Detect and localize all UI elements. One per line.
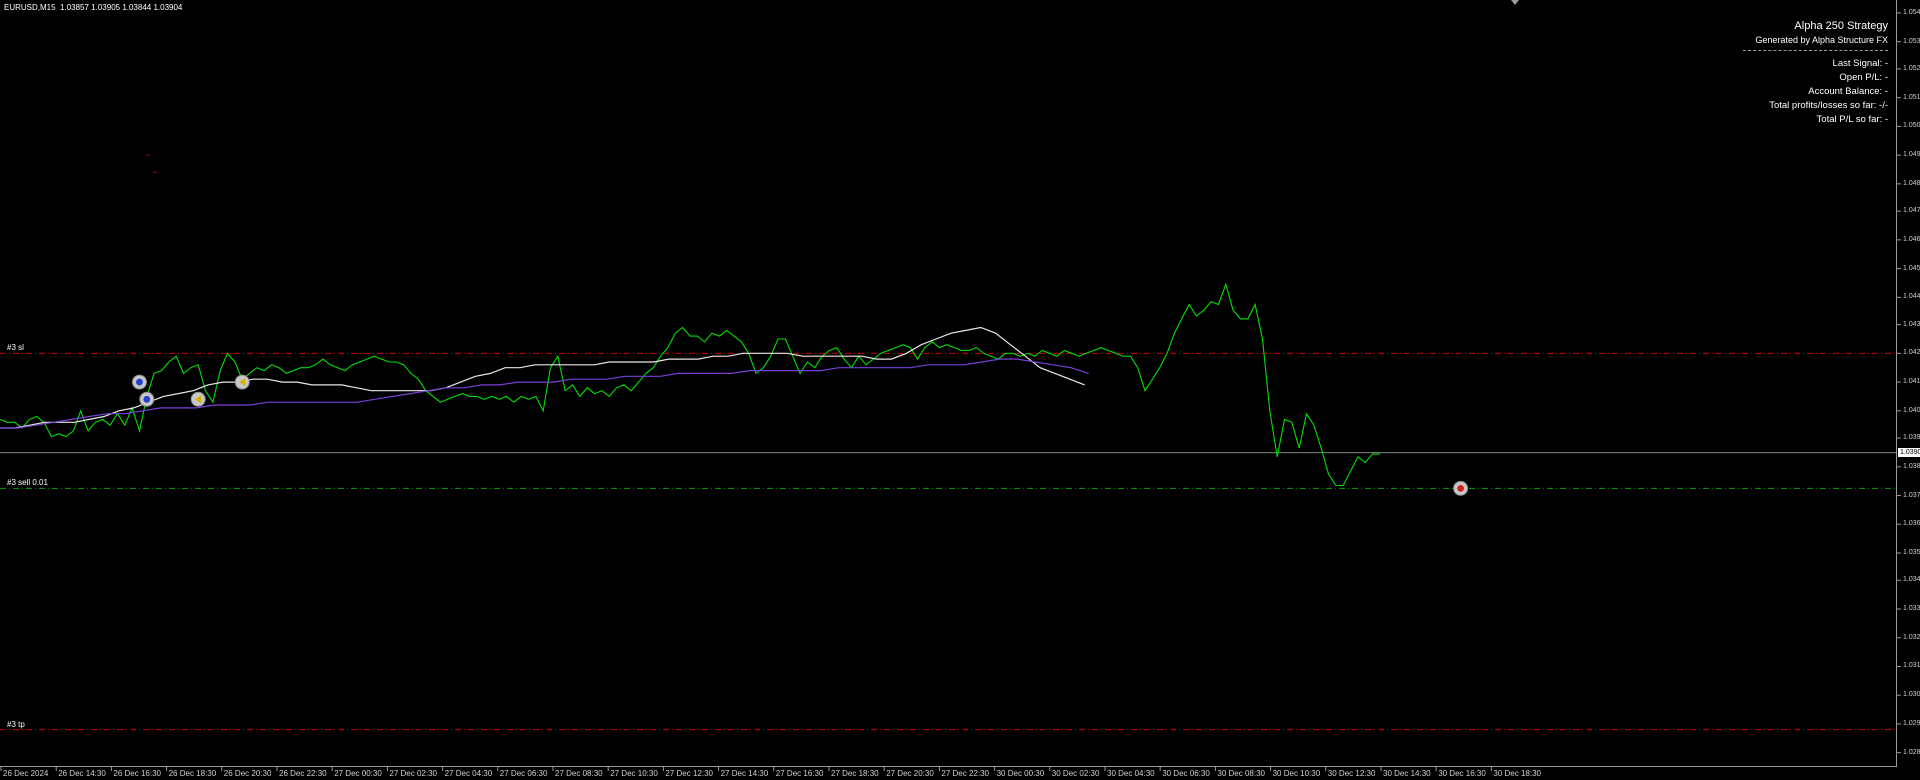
price-tick-label: 1.03360 [1903,605,1920,612]
time-tick-label: 26 Dec 18:30 [168,769,217,778]
price-tick-label: 1.03855 [1903,462,1920,470]
price-tick-label: 1.04350 [1903,320,1920,328]
price-tick-label: 1.04150 [1903,378,1920,386]
price-tick-label: 1.03460 [1903,576,1920,584]
price-tick-label: 1.04545 [1903,264,1920,272]
buy-arrow-dot-icon [143,395,151,403]
price-tick-label: 1.05140 [1903,93,1920,101]
time-tick-label: 27 Dec 12:30 [665,769,713,778]
info-row-last-signal: Last Signal: - [1832,58,1888,69]
price-tick-label: 1.05040 [1903,122,1920,130]
time-tick-label: 30 Dec 18:30 [1493,769,1541,778]
time-tick-label: 26 Dec 22:30 [279,769,327,778]
time-tick-label: 30 Dec 16:30 [1438,769,1486,778]
time-tick-label: 27 Dec 18:30 [831,769,879,778]
time-tick-label: 30 Dec 00:30 [996,769,1045,778]
price-tick-label: 1.05335 [1903,37,1920,45]
price-tick-label: 1.04840 [1903,179,1920,187]
current-price-tag: 1.03904 [1898,448,1920,458]
time-tick-label: 30 Dec 02:30 [1051,769,1100,778]
slow-ma-line [0,358,1089,429]
time-tick-label: 26 Dec 14:30 [58,769,106,778]
price-tick-label: 1.03955 [1903,434,1920,442]
time-tick-label: 30 Dec 10:30 [1272,769,1321,778]
time-tick-label: 30 Dec 08:30 [1217,769,1265,778]
time-tick-label: 30 Dec 14:30 [1383,769,1431,778]
price-tick-label: 1.03655 [1903,520,1920,528]
panel-title: Alpha 250 Strategy [1794,20,1888,32]
time-tick-label: 27 Dec 14:30 [720,769,769,778]
time-tick-label: 27 Dec 04:30 [444,769,493,778]
price-tick-label: 1.04645 [1903,235,1920,243]
time-tick-label: 30 Dec 06:30 [1162,769,1210,778]
time-tick-label: 27 Dec 02:30 [389,769,437,778]
time-tick-label: 27 Dec 00:30 [334,769,382,778]
time-tick-label: 26 Dec 2024 [3,769,49,778]
chart-shift-marker-icon[interactable] [1511,0,1519,5]
price-tick-label: 1.03555 [1903,548,1920,556]
time-tick-label: 30 Dec 12:30 [1327,769,1376,778]
price-tick-label: 1.02860 [1903,748,1920,756]
price-tick-label: 1.03160 [1903,662,1920,670]
price-tick-label: 1.04250 [1903,349,1920,357]
info-row-account-balance: Account Balance: - [1808,86,1888,97]
time-tick-label: 26 Dec 16:30 [113,769,161,778]
time-tick-label: 26 Dec 20:30 [223,769,272,778]
price-tick-label: 1.04940 [1903,151,1920,159]
symbol-name: EURUSD,M15 [4,3,56,12]
info-row-total-profits: Total profits/losses so far: -/- [1769,100,1888,111]
price-tick-label: 1.02960 [1903,719,1920,727]
time-tick-label: 30 Dec 04:30 [1107,769,1155,778]
symbol-header: EURUSD,M15 1.03857 1.03905 1.03844 1.039… [4,3,182,12]
panel-divider [1743,50,1888,51]
fast-ma-line [0,326,1085,429]
sell-arrow-dot-icon [1457,484,1465,492]
time-tick-label: 27 Dec 06:30 [499,769,548,778]
price-tick-label: 1.04050 [1903,406,1920,414]
ohlc-values: 1.03857 1.03905 1.03844 1.03904 [60,3,183,12]
time-tick-label: 27 Dec 20:30 [886,769,934,778]
sl-line-label[interactable]: #3 sl [7,343,24,352]
price-tick-label: 1.04745 [1903,207,1920,215]
time-tick-label: 27 Dec 08:30 [555,769,603,778]
price-tick-label: 1.04445 [1903,293,1920,301]
buy-arrow-dot-icon [136,378,143,386]
panel-subtitle: Generated by Alpha Structure FX [1755,35,1888,45]
time-tick-label: 27 Dec 10:30 [610,769,658,778]
price-tick-label: 1.03060 [1903,691,1920,699]
price-tick-label: 1.03755 [1903,491,1920,499]
chart-canvas[interactable] [0,0,1920,780]
strategy-info-panel: Alpha 250 Strategy Generated by Alpha St… [1743,19,1888,127]
tp-line-label[interactable]: #3 tp [7,720,25,729]
time-tick-label: 27 Dec 16:30 [775,769,824,778]
price-tick-label: 1.05435 [1903,8,1920,16]
price-tick-label: 1.05240 [1903,64,1920,72]
price-tick-label: 1.03260 [1903,633,1920,641]
info-row-open-pl: Open P/L: - [1839,72,1888,83]
time-tick-label: 27 Dec 22:30 [941,769,989,778]
info-row-total-pl: Total P/L so far: - [1816,114,1888,125]
entry-line-label[interactable]: #3 sell 0.01 [7,478,48,487]
